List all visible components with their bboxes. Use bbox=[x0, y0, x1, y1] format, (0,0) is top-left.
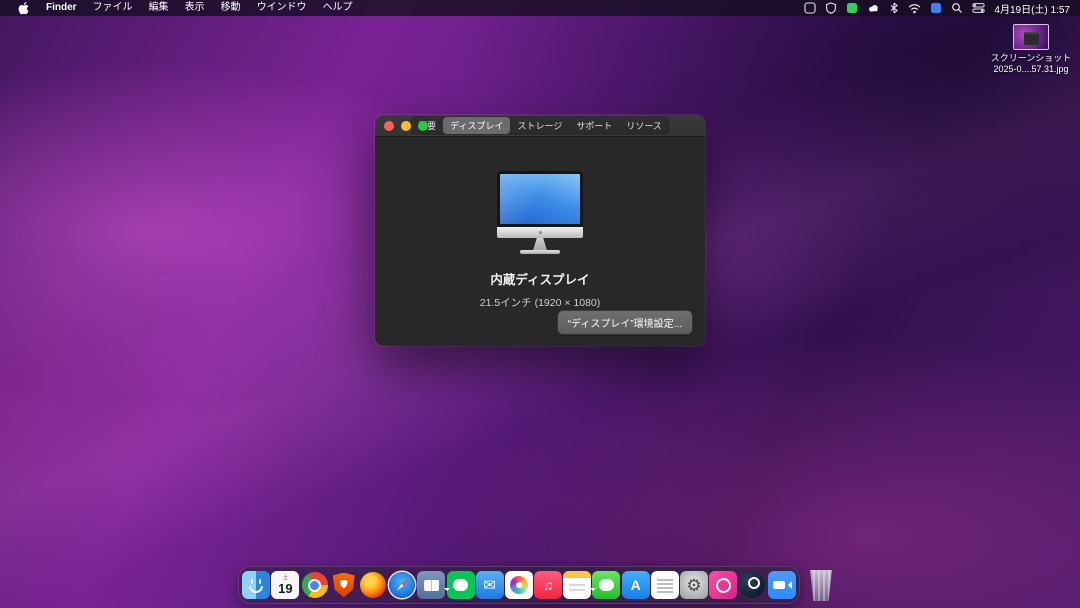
menu-bar: Finder ファイル 編集 表示 移動 ウインドウ ヘルプ bbox=[0, 0, 1080, 16]
screenshot-filename-line2: 2025-0....57.31.jpg bbox=[990, 64, 1072, 75]
music-dock-icon[interactable] bbox=[534, 571, 562, 599]
books-dock-icon[interactable] bbox=[417, 571, 445, 599]
screenshot-thumbnail[interactable] bbox=[1013, 24, 1049, 50]
line-dock-icon[interactable] bbox=[447, 571, 475, 599]
menu-item-window[interactable]: ウインドウ bbox=[249, 0, 315, 16]
window-content: 内蔵ディスプレイ 21.5インチ (1920 × 1080) “ディスプレイ”環… bbox=[375, 137, 705, 345]
menu-item-finder[interactable]: Finder bbox=[38, 0, 85, 16]
tab-support[interactable]: サポート bbox=[569, 117, 619, 134]
vpn-status-icon[interactable] bbox=[846, 2, 858, 14]
blue-app-status-icon[interactable] bbox=[930, 2, 942, 14]
desktop-screenshot-file[interactable]: スクリーンショット 2025-0....57.31.jpg bbox=[990, 24, 1072, 75]
notes-dock-icon[interactable] bbox=[563, 571, 591, 599]
chrome-dock-icon[interactable] bbox=[301, 571, 329, 599]
menu-bar-clock[interactable]: 4月19日(土) 1:57 bbox=[994, 1, 1070, 16]
menu-item-help[interactable]: ヘルプ bbox=[315, 0, 361, 16]
menu-item-go[interactable]: 移動 bbox=[213, 0, 249, 16]
imac-stand bbox=[531, 238, 549, 250]
calendar-day: 19 bbox=[278, 582, 292, 596]
photo-booth-dock-icon[interactable] bbox=[709, 571, 737, 599]
input-source-icon[interactable] bbox=[804, 2, 816, 14]
screenshot-filename-line1: スクリーンショット bbox=[990, 53, 1072, 64]
spotlight-icon[interactable] bbox=[951, 2, 963, 14]
system-preferences-dock-icon[interactable] bbox=[680, 571, 708, 599]
close-button[interactable] bbox=[384, 121, 394, 131]
firefox-dock-icon[interactable] bbox=[359, 571, 387, 599]
tab-storage[interactable]: ストレージ bbox=[510, 117, 569, 134]
window-tab-bar: 概要 ディスプレイ ストレージ サポート リソース bbox=[409, 115, 671, 136]
textedit-dock-icon[interactable] bbox=[651, 571, 679, 599]
imac-display-icon bbox=[497, 171, 583, 254]
control-center-icon[interactable] bbox=[972, 2, 985, 14]
dock: 土 19 bbox=[238, 566, 800, 604]
menu-bar-status-area: 4月19日(土) 1:57 bbox=[804, 1, 1080, 16]
imac-logo-dot bbox=[539, 231, 542, 234]
display-name: 内蔵ディスプレイ bbox=[490, 269, 589, 288]
about-this-mac-window: 概要 ディスプレイ ストレージ サポート リソース 内蔵ディスプレイ 21.5イ… bbox=[375, 115, 705, 346]
brave-dock-icon[interactable] bbox=[330, 571, 358, 599]
calendar-dock-icon[interactable]: 土 19 bbox=[271, 571, 299, 599]
tab-displays[interactable]: ディスプレイ bbox=[443, 117, 510, 134]
photos-dock-icon[interactable] bbox=[505, 571, 533, 599]
fullscreen-button[interactable] bbox=[418, 121, 428, 131]
bluetooth-icon[interactable] bbox=[889, 2, 899, 14]
messages-dock-icon[interactable] bbox=[592, 571, 620, 599]
app-store-dock-icon[interactable] bbox=[622, 571, 650, 599]
window-titlebar[interactable]: 概要 ディスプレイ ストレージ サポート リソース bbox=[375, 115, 705, 137]
imac-base bbox=[520, 250, 560, 254]
apple-menu-icon[interactable] bbox=[10, 1, 38, 15]
menu-item-file[interactable]: ファイル bbox=[85, 0, 141, 16]
minimize-button[interactable] bbox=[401, 121, 411, 131]
menu-item-edit[interactable]: 編集 bbox=[141, 0, 177, 16]
finder-dock-icon[interactable] bbox=[242, 571, 270, 599]
traffic-lights bbox=[384, 121, 428, 131]
menu-item-view[interactable]: 表示 bbox=[177, 0, 213, 16]
trash-dock-icon[interactable] bbox=[808, 570, 834, 601]
display-preferences-button[interactable]: “ディスプレイ”環境設定... bbox=[558, 311, 692, 334]
cloud-status-icon[interactable] bbox=[867, 2, 880, 14]
zoom-dock-icon[interactable] bbox=[768, 571, 796, 599]
display-spec: 21.5インチ (1920 × 1080) bbox=[480, 295, 601, 310]
desktop-wallpaper: Finder ファイル 編集 表示 移動 ウインドウ ヘルプ bbox=[0, 0, 1080, 608]
shield-icon[interactable] bbox=[825, 2, 837, 14]
tab-resources[interactable]: リソース bbox=[619, 117, 669, 134]
safari-dock-icon[interactable] bbox=[388, 571, 416, 599]
steam-dock-icon[interactable] bbox=[738, 571, 766, 599]
screenshot-filename: スクリーンショット 2025-0....57.31.jpg bbox=[990, 53, 1072, 75]
imac-screen bbox=[497, 171, 583, 227]
mail-dock-icon[interactable] bbox=[476, 571, 504, 599]
imac-chin bbox=[497, 227, 583, 238]
wifi-icon[interactable] bbox=[908, 3, 921, 14]
